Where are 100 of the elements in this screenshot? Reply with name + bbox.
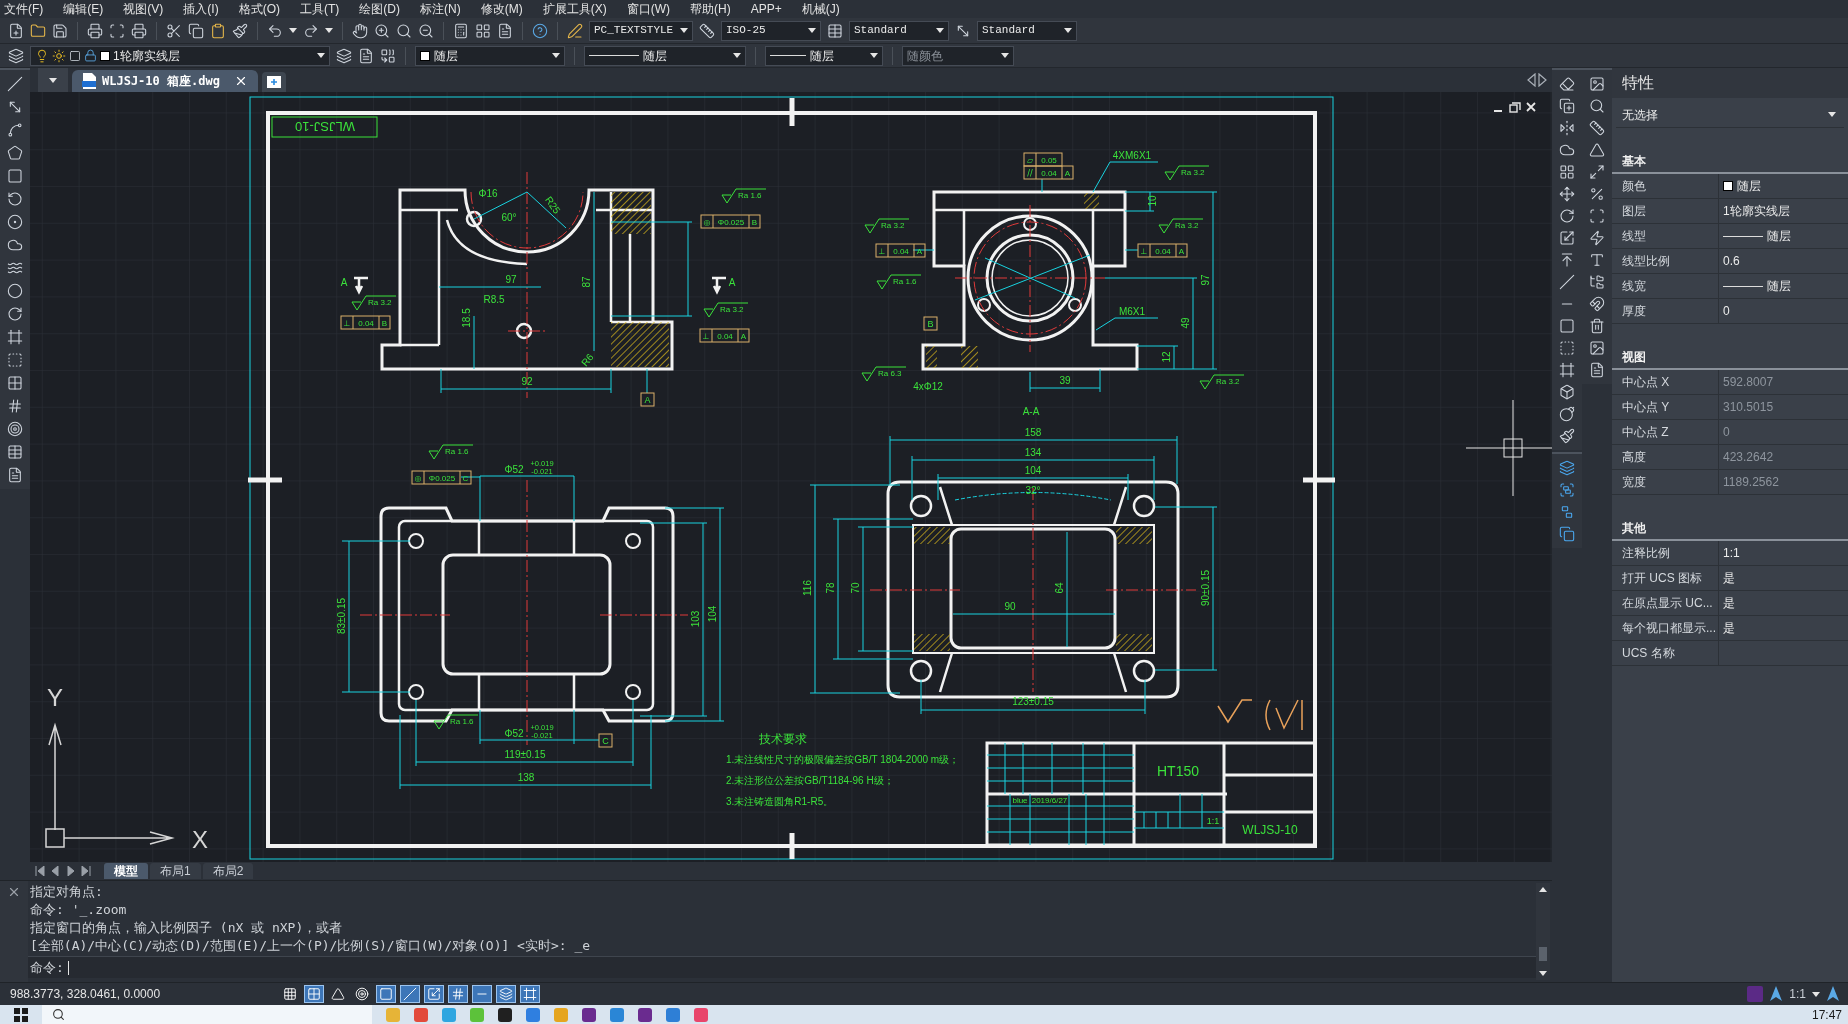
grid-panel-icon[interactable] (475, 22, 491, 39)
magnet-icon[interactable] (1589, 296, 1605, 312)
cloud-icon[interactable] (7, 237, 23, 253)
scrollbar[interactable] (1536, 883, 1550, 980)
multileader-style-dropdown[interactable]: Standard (977, 20, 1077, 41)
ungroup-icon[interactable] (1559, 504, 1575, 520)
print-icon[interactable] (87, 22, 103, 39)
pentagon-icon[interactable] (7, 145, 23, 161)
status-toggle[interactable] (448, 985, 468, 1003)
drawing-canvas[interactable] (30, 92, 1552, 862)
brush-icon[interactable] (1559, 428, 1575, 444)
folder-tree-icon[interactable] (1589, 274, 1605, 290)
menu-item[interactable]: 机械(J) (801, 0, 840, 18)
copy-icon[interactable] (1559, 526, 1575, 542)
close-icon[interactable] (1526, 102, 1536, 112)
image-icon[interactable] (1589, 76, 1605, 92)
layers-icon[interactable] (8, 47, 24, 64)
lineweight-dropdown[interactable]: 随层 (765, 45, 883, 66)
paste-icon[interactable] (210, 22, 226, 39)
layout-tab[interactable]: 模型 (104, 863, 148, 879)
layout-tab[interactable]: 布局2 (202, 863, 254, 879)
menu-item[interactable]: 视图(V) (123, 0, 164, 18)
circle-icon[interactable] (7, 283, 23, 299)
trim-icon[interactable] (1559, 274, 1575, 290)
rectangle-icon[interactable] (7, 168, 23, 184)
document-icon[interactable] (1589, 362, 1605, 378)
folder-icon[interactable] (30, 22, 46, 39)
lightning-icon[interactable] (1589, 230, 1605, 246)
status-toggle[interactable] (304, 985, 324, 1003)
menu-item[interactable]: 标注(N) (420, 0, 461, 18)
layers-icon[interactable] (336, 47, 352, 64)
percent-icon[interactable] (1589, 186, 1605, 202)
scan-frame-icon[interactable] (1589, 208, 1605, 224)
target-icon[interactable] (7, 421, 23, 437)
menu-item[interactable]: 格式(O) (238, 0, 280, 18)
stretch-icon[interactable] (1559, 252, 1575, 268)
minimize-icon[interactable] (1493, 110, 1503, 112)
zoom-window-icon[interactable] (396, 22, 412, 39)
copy-icon[interactable] (1559, 98, 1575, 114)
menu-item[interactable]: 窗口(W) (626, 0, 670, 18)
undo-icon[interactable] (267, 22, 283, 39)
restore-icon[interactable] (1509, 102, 1521, 113)
save-icon[interactable] (52, 22, 68, 39)
fillet-icon[interactable] (1559, 384, 1575, 400)
property-value[interactable]: 是 (1723, 619, 1735, 637)
document-icon[interactable] (358, 47, 374, 64)
scale-icon[interactable] (1559, 230, 1575, 246)
menu-item[interactable]: 修改(M) (480, 0, 523, 18)
app-icon[interactable] (638, 1007, 652, 1022)
annotation-scale[interactable]: 1:1 (1789, 985, 1806, 1003)
status-toggle[interactable] (400, 985, 420, 1003)
section-header[interactable]: 其他 (1622, 519, 1646, 537)
zoom-icon[interactable] (374, 22, 390, 39)
circle-dot-icon[interactable] (7, 214, 23, 230)
new-tab-button[interactable] (261, 72, 286, 92)
diagonal-arrow-icon[interactable] (7, 99, 23, 115)
move-icon[interactable] (1559, 186, 1575, 202)
command-input-field[interactable]: 命令: (28, 956, 1536, 978)
property-value[interactable]: 是 (1723, 569, 1735, 587)
status-toggle[interactable] (472, 985, 492, 1003)
menu-item[interactable]: 编辑(E) (63, 0, 104, 18)
status-toggle[interactable] (424, 985, 444, 1003)
angle-icon[interactable] (1589, 142, 1605, 158)
table-style-dropdown[interactable]: Standard (849, 20, 949, 41)
property-value[interactable]: 随层 (1737, 177, 1761, 195)
menu-item[interactable]: 扩展工具(X) (542, 0, 607, 18)
selection-dropdown[interactable]: 无选择 (1616, 102, 1844, 128)
property-value[interactable]: 是 (1723, 594, 1735, 612)
brush-icon[interactable] (232, 22, 248, 39)
trash-icon[interactable] (1589, 318, 1605, 334)
layout-tab[interactable]: 布局1 (150, 863, 201, 879)
search-icon[interactable] (1589, 98, 1605, 114)
group-icon[interactable] (1559, 482, 1575, 498)
menu-item[interactable]: 绘图(D) (359, 0, 400, 18)
mirror-icon[interactable] (1559, 120, 1575, 136)
table-icon[interactable] (827, 22, 843, 39)
scroll-arrows-icon[interactable] (1526, 73, 1548, 87)
scan-frame-icon[interactable] (109, 22, 125, 39)
curve-icon[interactable] (7, 122, 23, 138)
menu-item[interactable]: 插入(I) (183, 0, 219, 18)
ruler-icon[interactable] (699, 22, 715, 39)
combine-icon[interactable] (380, 47, 396, 64)
new-file-icon[interactable] (8, 22, 24, 39)
status-toggle[interactable] (376, 985, 396, 1003)
layer-dropdown[interactable]: 1轮廓实线层 (30, 45, 330, 66)
cut-icon[interactable] (166, 22, 182, 39)
menu-item[interactable]: 帮助(H) (690, 0, 731, 18)
property-value[interactable]: 随层 (1767, 227, 1791, 245)
property-value[interactable]: 随层 (1767, 277, 1791, 295)
layers-icon[interactable] (1559, 460, 1575, 476)
status-toggle[interactable] (520, 985, 540, 1003)
windows-logo-icon[interactable] (14, 1007, 28, 1022)
search-field[interactable] (42, 1005, 372, 1024)
zoom-previous-icon[interactable] (418, 22, 434, 39)
eraser-icon[interactable] (1559, 76, 1575, 92)
dimension-style-dropdown[interactable]: ISO-25 (721, 20, 821, 41)
break-icon[interactable] (1559, 318, 1575, 334)
join-icon[interactable] (1559, 340, 1575, 356)
expand-icon[interactable] (1589, 164, 1605, 180)
menu-item[interactable]: 文件(F) (4, 0, 44, 18)
